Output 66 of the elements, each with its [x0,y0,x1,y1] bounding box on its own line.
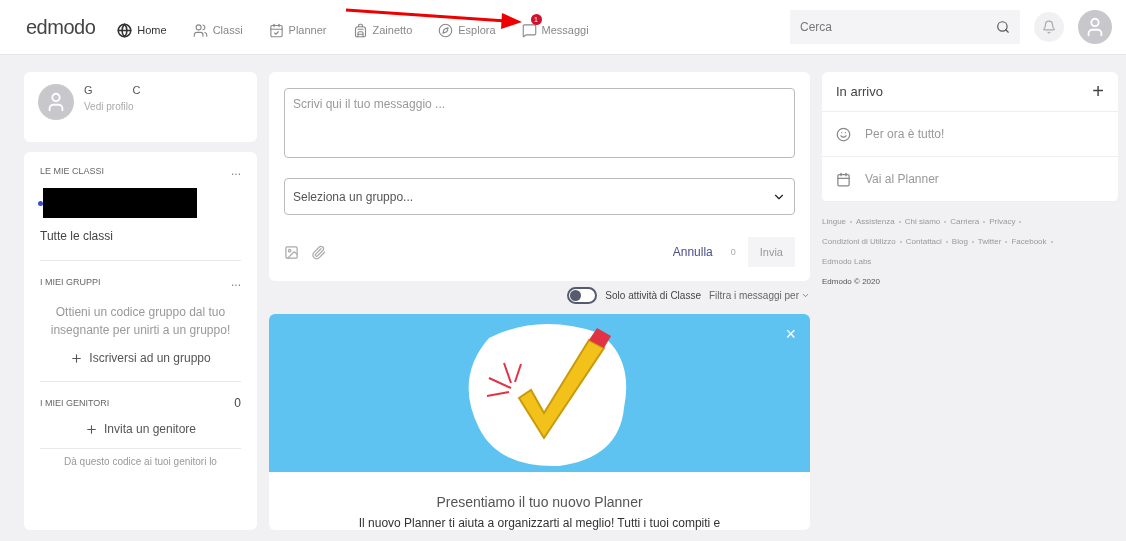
promo-text: Il nuovo Planner ti aiuta a organizzarti al meglio! Tutti i tuoi compiti e [357,516,722,530]
people-icon [192,22,208,38]
attachment-icon[interactable] [311,244,326,260]
footer-link[interactable]: Carriera [950,217,980,226]
card-title: In arrivo [836,84,883,99]
nav-link[interactable]: Zainetto [352,12,413,42]
group-select[interactable]: Seleziona un gruppo... [284,178,795,215]
message-field[interactable]: Scrivi qui il tuo messaggio ... [284,88,795,158]
toggle-label: Solo attività di Classe [605,290,701,301]
invite-parent-link[interactable]: Invita un genitore [40,422,241,436]
user-name: G [84,84,93,96]
compass-icon [438,22,454,38]
join-group-link[interactable]: Iscriversi ad un gruppo [40,351,241,365]
plus-icon [84,422,98,436]
bell-icon [1042,20,1056,34]
nav-link[interactable]: Esplora [438,12,496,42]
nav-link[interactable]: Classi [192,12,243,42]
footer-link[interactable]: Lingue [822,217,847,226]
cancel-button[interactable]: Annulla [666,244,719,260]
caret-icon [801,291,810,300]
more-menu[interactable]: ... [231,275,241,289]
section-title: I MIEI GENITORI [40,398,110,408]
character-count: 0 [730,247,736,257]
send-button[interactable]: Invia [747,237,795,267]
footer-link[interactable]: Twitter [977,237,1002,246]
nav-link[interactable]: Planner [268,12,327,42]
parent-count: 0 [234,396,241,410]
footer-link[interactable]: Privacy [989,217,1016,226]
nav-link[interactable]: Home [117,12,167,42]
smiley-icon [836,126,851,142]
section-title: I MIEI GRUPPI [40,277,101,287]
globe-icon [117,22,133,38]
toggle-switch[interactable] [567,287,598,304]
more-menu[interactable]: ... [231,164,241,178]
notifications-button[interactable] [1034,12,1064,42]
search-icon[interactable] [996,20,1010,34]
footer-link[interactable]: Contattaci [905,237,942,246]
footer-link[interactable]: Condizioni di Utilizzo [822,237,896,246]
groups-hint: Ottieni un codice gruppo dal tuo insegnante per unirti a un gruppo! [49,304,232,339]
profile-link[interactable]: Vedi profilo [84,101,134,112]
promo-title: Presentiamo il tuo nuovo Planner [435,494,644,510]
search-field[interactable]: Cerca [790,10,1020,44]
chat-icon [521,22,537,38]
upcoming-item[interactable]: Vai al Planner [822,157,1118,202]
image-icon[interactable] [284,244,299,260]
user-name: C [132,84,141,96]
footer-link[interactable]: Blog [951,237,968,246]
logo[interactable]: edmodo [26,15,96,39]
parents-note: Dà questo codice ai tuoi genitori lo [63,455,218,469]
footer-link[interactable]: Facebook [1011,237,1047,246]
section-title: LE MIE CLASSI [40,166,105,176]
class-dot [38,200,43,206]
calendar-icon [268,22,284,38]
filter-dropdown[interactable]: Filtra i messaggi per [708,290,810,301]
upcoming-item[interactable]: Per ora è tutto! [822,112,1118,157]
backpack-icon [352,22,368,38]
close-button[interactable]: × [785,324,796,345]
all-classes-link[interactable]: Tutte le classi [40,229,113,243]
footer-link[interactable]: Assistenza [856,217,895,226]
footer-link[interactable]: Chi siamo [904,217,941,226]
copyright: Edmodo © 2020 [822,276,881,288]
plus-icon [70,351,84,365]
add-button[interactable]: + [1092,80,1104,103]
avatar[interactable] [1078,10,1112,44]
calendar-icon [836,171,851,187]
footer-link[interactable]: Edmodo Labs [822,257,872,266]
